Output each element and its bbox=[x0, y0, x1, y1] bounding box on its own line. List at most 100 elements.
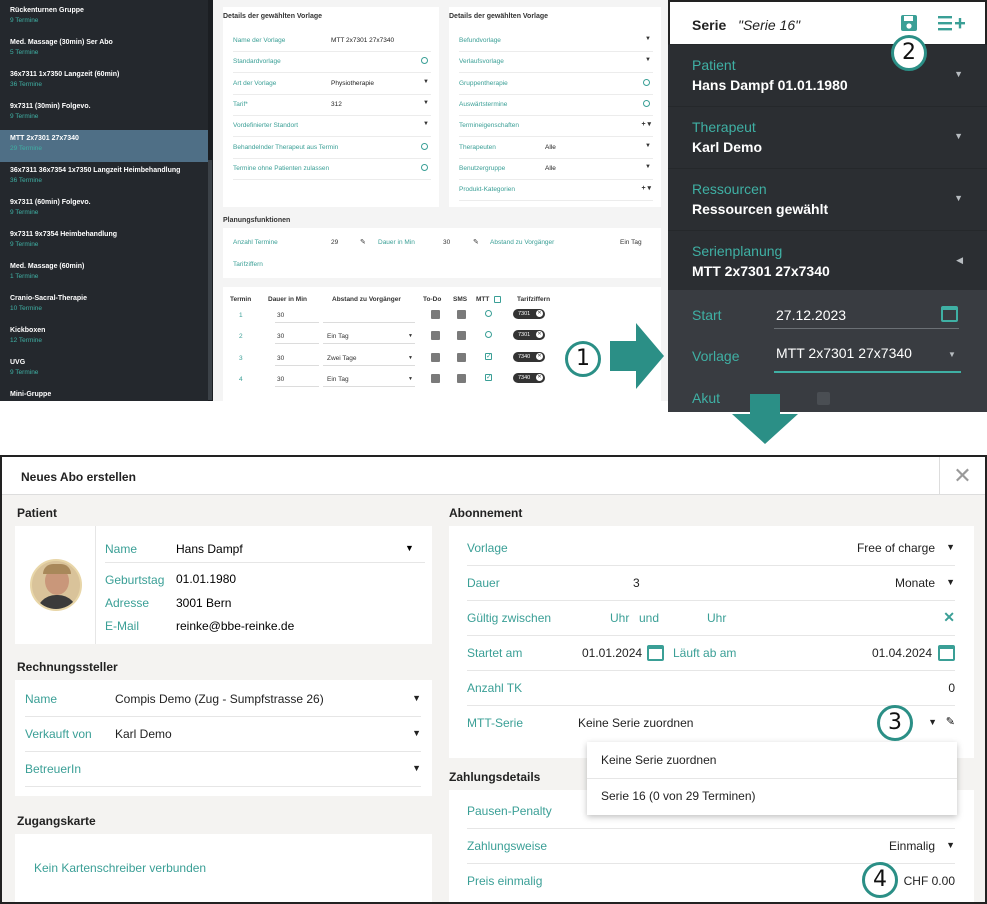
detail-field-row[interactable]: Befundvorlage ▼ bbox=[459, 31, 653, 52]
sold-by-value[interactable]: Karl Demo bbox=[115, 727, 172, 741]
detail-field-row[interactable]: Art der Vorlage Physiotherapie ▼ bbox=[233, 74, 431, 95]
dauer-cell[interactable]: 30 bbox=[277, 312, 284, 319]
dauer-unit[interactable]: Monate bbox=[895, 576, 935, 590]
start-input[interactable]: 27.12.2023 bbox=[776, 307, 846, 323]
dauer-cell[interactable]: 30 bbox=[277, 333, 284, 340]
price-value[interactable]: CHF 0.00 bbox=[904, 874, 955, 888]
calendar-icon[interactable] bbox=[647, 645, 664, 661]
detail-field-row[interactable]: Auswärtstermine bbox=[459, 95, 653, 116]
dauer-value[interactable]: 3 bbox=[633, 576, 640, 590]
template-list-item[interactable]: Mini-Gruppe bbox=[0, 386, 208, 401]
sms-icon[interactable] bbox=[457, 373, 466, 383]
mtt-checkbox[interactable]: ✓ bbox=[485, 373, 492, 381]
template-list-item[interactable]: 36x7311 36x7354 1x7350 Langzeit Heimbeha… bbox=[0, 162, 208, 194]
template-list-item[interactable]: Med. Massage (60min) 1 Termine bbox=[0, 258, 208, 290]
close-icon[interactable]: ✕ bbox=[536, 331, 543, 339]
dauer-cell[interactable]: 30 bbox=[277, 355, 284, 362]
todo-icon[interactable] bbox=[431, 331, 440, 341]
detail-field-row[interactable]: Produkt-Kategorien + ▾ bbox=[459, 180, 653, 202]
template-list-item[interactable]: Kickboxen 12 Termine bbox=[0, 322, 208, 354]
serie-patient-section[interactable]: Patient Hans Dampf 01.01.1980 ▼ bbox=[668, 44, 987, 106]
tarif-tag[interactable]: 7340 ✕ bbox=[513, 372, 545, 383]
pencil-icon[interactable]: ✎ bbox=[946, 715, 955, 728]
abstand-cell[interactable]: Zwei Tage bbox=[327, 355, 357, 362]
table-row[interactable]: 1 30 7301 ✕ bbox=[223, 307, 663, 328]
vorlage-select[interactable]: MTT 2x7301 27x7340 bbox=[776, 345, 912, 361]
sms-icon[interactable] bbox=[457, 331, 466, 341]
calendar-icon[interactable] bbox=[938, 645, 955, 661]
chevron-down-icon[interactable]: ▼ bbox=[405, 543, 414, 553]
todo-icon[interactable] bbox=[431, 352, 440, 362]
mtt-serie-value[interactable]: Keine Serie zuordnen bbox=[578, 716, 693, 730]
chevron-down-icon[interactable]: ▼ bbox=[408, 355, 413, 361]
checkbox[interactable] bbox=[421, 142, 428, 150]
chevron-down-icon[interactable]: ▼ bbox=[946, 542, 955, 552]
template-list-item[interactable]: 9x7311 (30min) Folgevo. 9 Termine bbox=[0, 98, 208, 130]
close-icon[interactable]: ✕ bbox=[536, 373, 543, 381]
dates-row[interactable]: Startet am 01.01.2024 Läuft ab am 01.04.… bbox=[467, 636, 955, 671]
detail-field-row[interactable]: Benutzergruppe Alle ▼ bbox=[459, 159, 653, 180]
vorlage-value[interactable]: Free of charge bbox=[857, 541, 935, 555]
checkbox[interactable] bbox=[643, 78, 650, 86]
serie-planung-section[interactable]: Serienplanung MTT 2x7301 27x7340 ◀ bbox=[668, 230, 987, 292]
chevron-left-icon[interactable]: ◀ bbox=[956, 255, 963, 266]
add-list-icon[interactable] bbox=[938, 14, 966, 32]
biller-name-value[interactable]: Compis Demo (Zug - Sumpfstrasse 26) bbox=[115, 692, 324, 706]
tk-row[interactable]: Anzahl TK 0 bbox=[467, 671, 955, 706]
mtt-checkbox[interactable] bbox=[485, 331, 492, 339]
mtt-checkbox[interactable] bbox=[485, 310, 492, 317]
chevron-down-icon[interactable]: ▼ bbox=[645, 143, 651, 149]
gueltig-row[interactable]: Gültig zwischen Uhr und Uhr ✕ bbox=[467, 601, 955, 636]
abstand-cell[interactable]: Ein Tag bbox=[327, 376, 349, 383]
chevron-down-icon[interactable]: ▼ bbox=[423, 79, 429, 85]
chevron-down-icon[interactable]: ▼ bbox=[946, 840, 955, 850]
tarif-tag[interactable]: 7301 ✕ bbox=[513, 330, 545, 341]
serie-therapeut-section[interactable]: Therapeut Karl Demo ▼ bbox=[668, 106, 987, 168]
chevron-down-icon[interactable]: ▼ bbox=[928, 717, 937, 727]
sms-icon[interactable] bbox=[457, 352, 466, 362]
detail-field-row[interactable]: Behandelnder Therapeut aus Termin bbox=[233, 138, 431, 159]
detail-field-row[interactable]: Verlaufsvorlage ▼ bbox=[459, 52, 653, 74]
dauer-value[interactable]: 30 bbox=[443, 239, 450, 246]
chevron-down-icon[interactable]: ▼ bbox=[408, 333, 413, 339]
dauer-row[interactable]: Dauer 3 Monate ▼ bbox=[467, 566, 955, 601]
template-list-item[interactable]: 9x7311 9x7354 Heimbehandlung 9 Termine bbox=[0, 226, 208, 258]
chevron-down-icon[interactable]: ▼ bbox=[423, 100, 429, 106]
add-icon[interactable]: + ▾ bbox=[641, 120, 651, 128]
clear-icon[interactable]: ✕ bbox=[943, 609, 955, 626]
chevron-down-icon[interactable]: ▼ bbox=[954, 193, 963, 203]
abstand-value[interactable]: Ein Tag bbox=[620, 239, 642, 246]
table-row[interactable]: 2 30 Ein Tag ▼ 7301 ✕ bbox=[223, 328, 663, 349]
dauer-cell[interactable]: 30 bbox=[277, 376, 284, 383]
close-icon[interactable]: ✕ bbox=[536, 310, 543, 317]
chevron-down-icon[interactable]: ▼ bbox=[948, 350, 956, 359]
patient-name-value[interactable]: Hans Dampf bbox=[176, 542, 243, 556]
chevron-down-icon[interactable]: ▼ bbox=[954, 131, 963, 141]
close-icon[interactable]: ✕ bbox=[536, 352, 543, 360]
chevron-down-icon[interactable]: ▼ bbox=[412, 693, 421, 703]
mtt-all-checkbox[interactable] bbox=[494, 296, 501, 303]
tk-value[interactable]: 0 bbox=[948, 681, 955, 695]
chevron-down-icon[interactable]: ▼ bbox=[412, 763, 421, 773]
template-list-item[interactable]: 36x7311 1x7350 Langzeit (60min) 36 Termin… bbox=[0, 66, 208, 98]
detail-field-row[interactable]: Gruppentherapie bbox=[459, 74, 653, 95]
caretaker-row[interactable]: BetreuerIn ▼ bbox=[25, 752, 421, 787]
tarif-tag[interactable]: 7340 ✕ bbox=[513, 351, 545, 362]
biller-name-row[interactable]: Name Compis Demo (Zug - Sumpfstrasse 26)… bbox=[25, 682, 421, 717]
dropdown-option-serie-16[interactable]: Serie 16 (0 von 29 Terminen) bbox=[601, 789, 756, 803]
detail-field-row[interactable]: Standardvorlage bbox=[233, 52, 431, 74]
chevron-down-icon[interactable]: ▼ bbox=[423, 121, 429, 127]
tarif-tag[interactable]: 7301 ✕ bbox=[513, 309, 545, 319]
template-list-scroll-thumb[interactable] bbox=[208, 160, 212, 400]
chevron-down-icon[interactable]: ▼ bbox=[946, 577, 955, 587]
chevron-down-icon[interactable]: ▼ bbox=[645, 36, 651, 42]
template-list-item[interactable]: MTT 2x7301 27x7340 29 Termine bbox=[0, 130, 208, 162]
detail-field-row[interactable]: Termineigenschaften + ▾ bbox=[459, 116, 653, 138]
vorlage-row[interactable]: Vorlage Free of charge ▼ bbox=[467, 531, 955, 566]
detail-field-row[interactable]: Tarif* 312 ▼ bbox=[233, 95, 431, 116]
detail-field-row[interactable]: Therapeuten Alle ▼ bbox=[459, 138, 653, 159]
template-list-item[interactable]: Med. Massage (30min) Ser Abo 5 Termine bbox=[0, 34, 208, 66]
template-list-item[interactable]: 9x7311 (60min) Folgevo. 9 Termine bbox=[0, 194, 208, 226]
dropdown-option-none[interactable]: Keine Serie zuordnen bbox=[601, 753, 716, 767]
anzahl-value[interactable]: 29 bbox=[331, 239, 338, 246]
